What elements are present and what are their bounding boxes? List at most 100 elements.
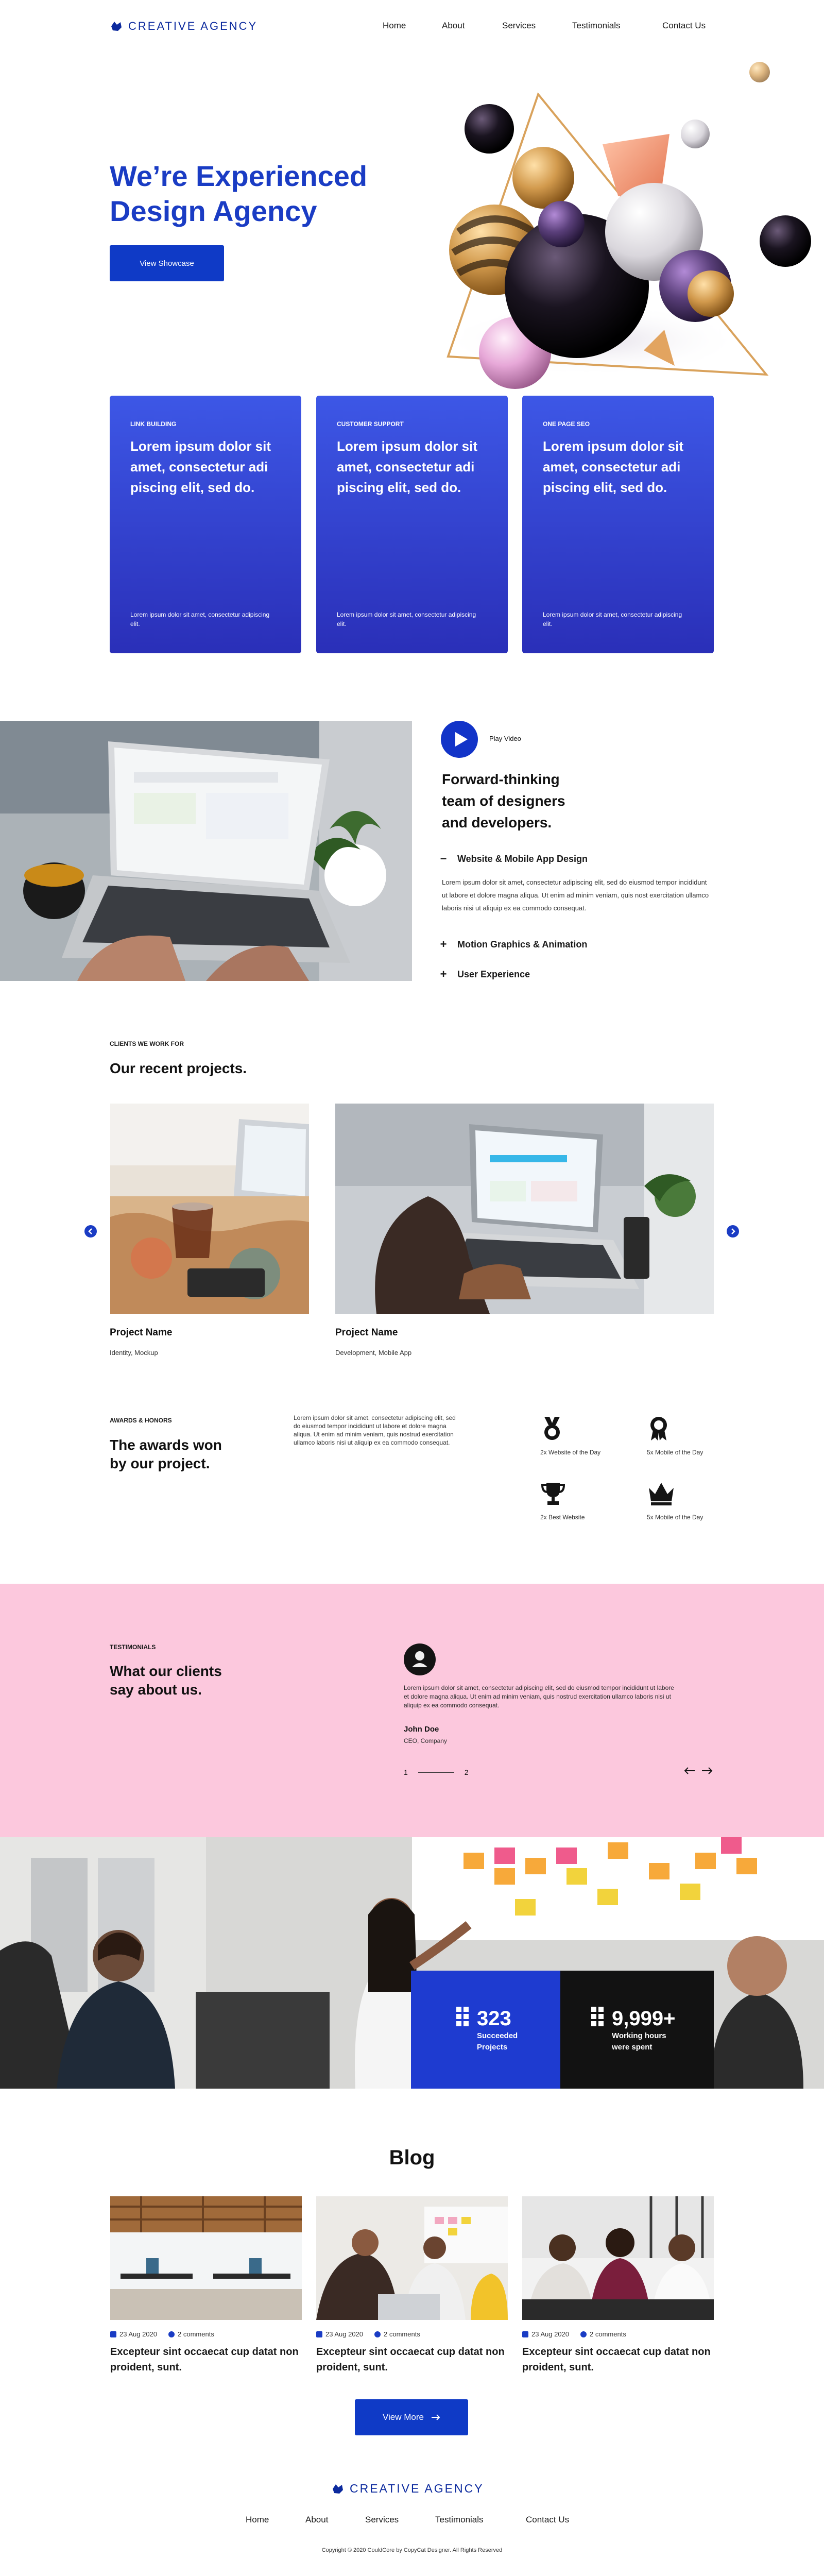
blog-image-3[interactable]	[522, 2196, 714, 2320]
building-icon	[591, 2007, 604, 2026]
testimonial-next-button[interactable]	[701, 1767, 713, 1777]
project-image-1[interactable]	[110, 1104, 309, 1314]
hero-title: We’re Experienced Design Agency	[110, 159, 367, 229]
post-comments[interactable]: 2 comments	[580, 2330, 626, 2338]
building-icon	[456, 2007, 469, 2026]
blog-post-title[interactable]: Excepteur sint occaecat cup datat non pr…	[522, 2344, 714, 2375]
award-label: 5x Mobile of the Day	[647, 1514, 703, 1521]
minus-icon: −	[440, 852, 447, 865]
testimonial-role: CEO, Company	[404, 1737, 448, 1744]
play-video-button[interactable]	[441, 721, 478, 758]
post-comments-text: 2 comments	[384, 2330, 420, 2338]
blog-image-2[interactable]	[316, 2196, 508, 2320]
blog-title: Blog	[389, 2146, 435, 2169]
accordion-motion-graphics[interactable]: + Motion Graphics & Animation	[439, 938, 588, 951]
stat-label-line-2: were spent	[612, 2043, 653, 2052]
award-item	[540, 1416, 564, 1444]
footer-nav-about[interactable]: About	[305, 2515, 328, 2525]
carousel-next-button[interactable]	[727, 1225, 739, 1238]
view-showcase-button[interactable]: View Showcase	[110, 245, 224, 281]
awards-title-line-1: The awards won	[110, 1437, 222, 1453]
page-total: 2	[464, 1768, 469, 1776]
calendar-icon	[110, 2331, 116, 2337]
project-name[interactable]: Project Name	[335, 1327, 398, 1338]
post-date: 23 Aug 2020	[522, 2330, 569, 2338]
footer-nav-home[interactable]: Home	[246, 2515, 269, 2525]
footer-nav-testimonials[interactable]: Testimonials	[435, 2515, 484, 2525]
post-date: 23 Aug 2020	[110, 2330, 157, 2338]
footer-brand-logo[interactable]: CREATIVE AGENCY	[331, 2482, 484, 2496]
post-comments[interactable]: 2 comments	[168, 2330, 214, 2338]
arrow-right-icon	[702, 1767, 713, 1774]
accordion-user-experience[interactable]: + User Experience	[439, 968, 530, 981]
blog-meta: 23 Aug 2020 2 comments	[522, 2330, 626, 2338]
testimonials-section	[0, 1584, 824, 1837]
stat-card-projects: 323 Succeeded Projects	[411, 1971, 560, 2089]
nav-home[interactable]: Home	[383, 21, 406, 31]
testimonial-quote: Lorem ipsum dolor sit amet, consectetur …	[404, 1684, 674, 1709]
testimonials-title-line-2: say about us.	[110, 1682, 202, 1698]
footer-brand-name: CREATIVE AGENCY	[350, 2482, 484, 2495]
accordion-label: Motion Graphics & Animation	[457, 939, 588, 950]
calendar-icon	[522, 2331, 528, 2337]
service-title: Lorem ipsum dolor sit amet, consectetur …	[130, 438, 271, 495]
post-date-text: 23 Aug 2020	[531, 2330, 570, 2338]
footer-nav-services[interactable]: Services	[365, 2515, 399, 2525]
awards-tag: AWARDS & HONORS	[110, 1417, 172, 1424]
stat-label-line-2: Projects	[477, 2043, 508, 2052]
service-card-customer-support[interactable]: CUSTOMER SUPPORT Lorem ipsum dolor sit a…	[316, 396, 508, 653]
accordion-label: Website & Mobile App Design	[457, 853, 588, 864]
testimonial-prev-button[interactable]	[684, 1767, 695, 1777]
chevron-right-icon	[731, 1228, 735, 1234]
about-title-line-1: Forward-thinking	[442, 771, 560, 787]
calendar-icon	[316, 2331, 322, 2337]
hero-title-line-1: We’re Experienced	[110, 160, 368, 192]
comment-icon	[374, 2331, 381, 2337]
brand-logo[interactable]: CREATIVE AGENCY	[110, 20, 258, 33]
medal-icon	[544, 1417, 560, 1440]
blog-post-title[interactable]: Excepteur sint occaecat cup datat non pr…	[316, 2344, 508, 2375]
award-item	[647, 1416, 671, 1444]
nav-services[interactable]: Services	[502, 21, 536, 31]
play-icon	[455, 732, 468, 747]
view-more-button[interactable]: View More	[355, 2399, 468, 2435]
stat-value: 323	[477, 2007, 511, 2030]
award-label: 2x Website of the Day	[540, 1449, 601, 1456]
testimonial-author: John Doe	[404, 1725, 439, 1734]
post-comments[interactable]: 2 comments	[374, 2330, 420, 2338]
nav-testimonials[interactable]: Testimonials	[572, 21, 621, 31]
about-title-line-2: team of designers	[442, 793, 565, 809]
hero-title-line-2: Design Agency	[110, 195, 317, 227]
logo-icon	[333, 2484, 343, 2494]
awards-title: The awards won by our project.	[110, 1436, 222, 1473]
service-tag: ONE PAGE SEO	[543, 420, 590, 428]
footer-nav-contact[interactable]: Contact Us	[526, 2515, 569, 2525]
award-label: 2x Best Website	[540, 1514, 585, 1521]
blog-meta: 23 Aug 2020 2 comments	[316, 2330, 420, 2338]
service-card-one-page-seo[interactable]: ONE PAGE SEO Lorem ipsum dolor sit amet,…	[522, 396, 714, 653]
stat-label-line-1: Succeeded	[477, 2031, 518, 2040]
plus-icon: +	[440, 938, 447, 951]
blog-post-title[interactable]: Excepteur sint occaecat cup datat non pr…	[110, 2344, 302, 2375]
post-comments-text: 2 comments	[178, 2330, 214, 2338]
nav-about[interactable]: About	[442, 21, 465, 31]
blog-meta: 23 Aug 2020 2 comments	[110, 2330, 214, 2338]
project-image-2[interactable]	[335, 1104, 714, 1314]
blog-image-1[interactable]	[110, 2196, 302, 2320]
arrow-right-icon	[432, 2414, 440, 2420]
project-name[interactable]: Project Name	[110, 1327, 172, 1338]
accordion-web-design[interactable]: − Website & Mobile App Design	[439, 852, 588, 866]
avatar-icon	[412, 1651, 427, 1667]
nav-contact[interactable]: Contact Us	[662, 21, 706, 31]
awards-title-line-2: by our project.	[110, 1455, 210, 1471]
play-video-label[interactable]: Play Video	[489, 735, 521, 742]
service-card-link-building[interactable]: LINK BUILDING Lorem ipsum dolor sit amet…	[110, 396, 301, 653]
service-text: Lorem ipsum dolor sit amet, consectetur …	[543, 611, 682, 628]
page-current: 1	[404, 1768, 408, 1776]
about-title-line-3: and developers.	[442, 815, 552, 831]
post-date-text: 23 Aug 2020	[325, 2330, 364, 2338]
project-categories: Identity, Mockup	[110, 1349, 158, 1357]
stat-value: 9,999+	[612, 2007, 676, 2030]
accordion-body: Lorem ipsum dolor sit amet, consectetur …	[442, 878, 709, 912]
carousel-prev-button[interactable]	[84, 1225, 97, 1238]
